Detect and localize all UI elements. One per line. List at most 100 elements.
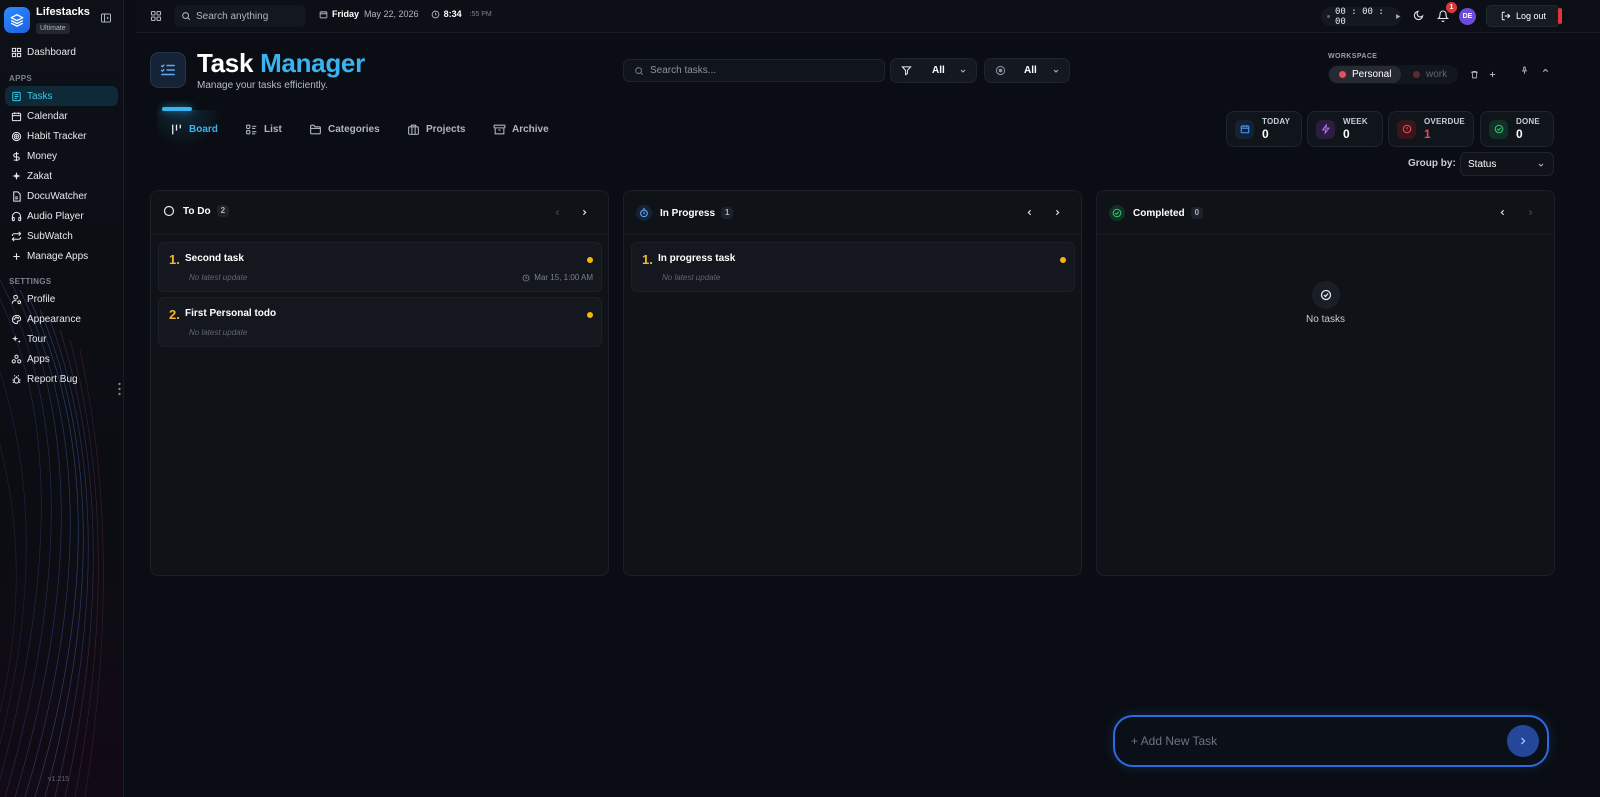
- sidebar-item-label: SubWatch: [27, 230, 73, 242]
- column-title: To Do: [183, 205, 211, 217]
- sidebar-item-tour[interactable]: Tour: [5, 329, 118, 349]
- check-circle-icon: [1109, 205, 1125, 221]
- chevron-right-icon[interactable]: [580, 208, 589, 217]
- tab-list[interactable]: List: [245, 119, 282, 139]
- task-update: No latest update: [189, 273, 248, 282]
- sidebar-item-calendar[interactable]: Calendar: [5, 106, 118, 126]
- sidebar-item-zakat[interactable]: Zakat: [5, 166, 118, 186]
- sidebar-item-label: Money: [27, 150, 58, 162]
- chevron-up-icon[interactable]: [1541, 66, 1550, 75]
- tab-categories[interactable]: Categories: [309, 119, 380, 139]
- priority-filter-select[interactable]: All: [984, 58, 1070, 83]
- sidebar-item-label: Tasks: [27, 90, 53, 102]
- sidebar-item-label: Report Bug: [27, 373, 78, 385]
- group-by-label: Group by:: [1408, 158, 1456, 169]
- chevron-left-icon[interactable]: [1498, 208, 1507, 217]
- add-task-input[interactable]: [1131, 731, 1491, 751]
- global-search-placeholder: Search anything: [196, 10, 269, 22]
- task-number: 1.: [169, 252, 180, 267]
- sidebar-resize-handle[interactable]: [118, 382, 121, 396]
- chevron-left-icon[interactable]: [1025, 208, 1034, 217]
- stat-overdue: OVERDUE 1: [1388, 111, 1474, 147]
- task-update: No latest update: [662, 273, 721, 282]
- sidebar-item-report-bug[interactable]: Report Bug: [5, 369, 118, 389]
- task-card[interactable]: 1. In progress task No latest update: [631, 242, 1075, 292]
- sidebar-item-apps[interactable]: Apps: [5, 349, 118, 369]
- document-icon: [13, 190, 21, 202]
- avatar[interactable]: DE: [1459, 8, 1476, 25]
- brand[interactable]: Lifestacks Ultimate: [4, 6, 90, 34]
- task-search-input[interactable]: Search tasks...: [623, 59, 885, 82]
- sidebar-item-docuwatcher[interactable]: DocuWatcher: [5, 186, 118, 206]
- timer-icon: [636, 205, 652, 221]
- sidebar-item-profile[interactable]: Profile: [5, 289, 118, 309]
- sidebar-item-label: DocuWatcher: [27, 190, 88, 202]
- checklist-icon: [12, 91, 21, 101]
- stat-value: 1: [1424, 127, 1431, 141]
- add-workspace-icon[interactable]: [1488, 70, 1497, 79]
- moon-icon[interactable]: [1413, 10, 1424, 21]
- tab-archive[interactable]: Archive: [493, 119, 549, 139]
- sidebar-nav: Dashboard APPS Tasks Calendar Habit Trac…: [0, 42, 123, 389]
- global-search[interactable]: Search anything: [174, 5, 306, 27]
- alert-circle-icon: [1397, 119, 1416, 139]
- tab-projects[interactable]: Projects: [407, 119, 465, 139]
- workspace-dot: [1413, 71, 1420, 78]
- workspace-work-label: work: [1426, 69, 1448, 80]
- date-label: May 22, 2026: [364, 9, 419, 19]
- sidebar-item-label: Zakat: [27, 170, 53, 182]
- briefcase-icon: [408, 124, 419, 135]
- workspace-work-button[interactable]: work: [1401, 69, 1447, 80]
- chevron-down-icon: [1538, 163, 1544, 167]
- stat-label: DONE: [1516, 117, 1540, 126]
- calendar-icon: [1235, 119, 1254, 139]
- workspace-personal-button[interactable]: Personal: [1329, 66, 1401, 83]
- chevron-right-icon[interactable]: [1053, 208, 1062, 217]
- task-card[interactable]: 1. Second task No latest update Mar 15, …: [158, 242, 602, 292]
- task-card[interactable]: 2. First Personal todo No latest update: [158, 297, 602, 347]
- seconds-label: :55 PM: [469, 10, 492, 18]
- task-title: First Personal todo: [185, 308, 277, 319]
- sidebar: Lifestacks Ultimate Dashboard APPS Tasks…: [0, 0, 124, 797]
- task-search-placeholder: Search tasks...: [650, 65, 717, 76]
- column-header: To Do 2: [163, 205, 230, 217]
- logout-icon: [1501, 11, 1511, 21]
- dollar-icon: [13, 151, 20, 161]
- pin-icon[interactable]: [1520, 66, 1529, 75]
- logout-button[interactable]: Log out: [1486, 5, 1560, 27]
- sidebar-item-habit-tracker[interactable]: Habit Tracker: [5, 126, 118, 146]
- sparkle-icon: [12, 171, 21, 180]
- focus-timer[interactable]: 00 : 00 : 00: [1321, 7, 1401, 27]
- folder-icon: [310, 124, 321, 134]
- trash-icon[interactable]: [1470, 70, 1479, 79]
- status-filter-value: All: [932, 65, 945, 76]
- sidebar-item-subwatch[interactable]: SubWatch: [5, 226, 118, 246]
- apps-section-label: APPS: [9, 74, 32, 83]
- sidebar-item-manage-apps[interactable]: Manage Apps: [5, 246, 118, 266]
- task-number: 2.: [169, 307, 180, 322]
- tab-board[interactable]: Board: [170, 119, 218, 139]
- timer-dot: [1327, 15, 1330, 18]
- sidebar-item-dashboard[interactable]: Dashboard: [5, 42, 118, 62]
- column-in-progress: In Progress 1 1. In progress task No lat…: [623, 190, 1082, 576]
- submit-task-button[interactable]: [1507, 725, 1539, 757]
- chevron-left-icon[interactable]: [553, 208, 562, 217]
- sidebar-item-audio-player[interactable]: Audio Player: [5, 206, 118, 226]
- time-display: 8:34 :55 PM: [431, 9, 492, 19]
- sidebar-item-money[interactable]: Money: [5, 146, 118, 166]
- status-filter-select[interactable]: All: [890, 58, 977, 83]
- sidebar-item-label: Dashboard: [27, 46, 76, 58]
- circle-icon: [163, 205, 175, 217]
- notification-badge: 1: [1446, 2, 1457, 13]
- sidebar-collapse-icon[interactable]: [100, 12, 112, 24]
- stat-label: WEEK: [1343, 117, 1368, 126]
- sidebar-item-appearance[interactable]: Appearance: [5, 309, 118, 329]
- play-icon[interactable]: [1395, 13, 1401, 20]
- group-by-select[interactable]: Status: [1460, 152, 1554, 176]
- group-by-value: Status: [1468, 158, 1497, 170]
- chevron-right-icon[interactable]: [1526, 208, 1535, 217]
- active-tab-indicator: [162, 107, 192, 111]
- check-circle-icon: [1489, 119, 1508, 139]
- sidebar-item-tasks[interactable]: Tasks: [5, 86, 118, 106]
- app-grid-icon[interactable]: [150, 10, 162, 22]
